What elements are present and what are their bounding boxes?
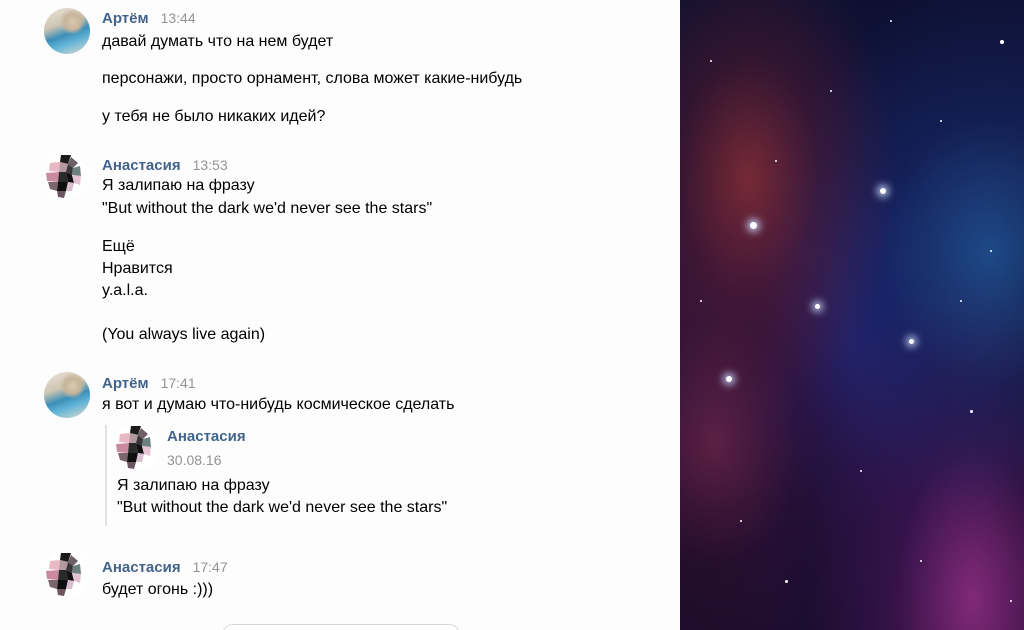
- author-name[interactable]: Анастасия 13:53: [102, 157, 228, 174]
- avatar[interactable]: [44, 8, 90, 54]
- message-text: у тебя не было никаких идей?: [102, 108, 326, 125]
- quote-bar: [105, 425, 107, 526]
- message-text: Ещё: [102, 238, 135, 255]
- mosaic-avatar-icon: [46, 553, 81, 596]
- mosaic-avatar-icon: [46, 155, 81, 198]
- message-time[interactable]: 17:41: [161, 375, 196, 391]
- message-time[interactable]: 17:47: [193, 559, 228, 575]
- quote-text: Я залипаю на фразу: [117, 477, 270, 494]
- message-text: давай думать что на нем будет: [102, 33, 334, 50]
- avatar[interactable]: [114, 424, 160, 470]
- star: [920, 560, 922, 562]
- avatar[interactable]: [44, 551, 90, 597]
- star: [740, 520, 742, 522]
- message-time[interactable]: 13:53: [193, 157, 228, 173]
- new-messages-button[interactable]: [222, 624, 460, 630]
- message-text: будет огонь :))): [102, 581, 214, 598]
- quote-date[interactable]: 30.08.16: [167, 452, 222, 468]
- avatar[interactable]: [44, 372, 90, 418]
- star: [960, 300, 962, 302]
- message-text: персонажи, просто орнамент, слова может …: [102, 70, 523, 87]
- star: [1000, 40, 1004, 44]
- quote-author[interactable]: Анастасия: [167, 428, 246, 445]
- message-text: я вот и думаю что-нибудь космическое сде…: [102, 396, 455, 413]
- message-text: y.a.l.a.: [102, 282, 148, 299]
- avatar[interactable]: [44, 153, 90, 199]
- space-background-image: [680, 0, 1024, 630]
- mosaic-avatar-icon: [116, 426, 151, 469]
- message-text: "But without the dark we'd never see the…: [102, 200, 433, 217]
- message-time[interactable]: 13:44: [161, 10, 196, 26]
- star: [750, 222, 757, 229]
- star: [860, 470, 862, 472]
- message-text: (You always live again): [102, 326, 266, 343]
- star: [890, 20, 892, 22]
- message-text: Я залипаю на фразу: [102, 177, 255, 194]
- star: [700, 300, 702, 302]
- author-name[interactable]: Артём 17:41: [102, 375, 196, 392]
- star: [990, 250, 992, 252]
- chat-history: Артём 13:44 давай думать что на нем будет…: [0, 0, 680, 630]
- star: [940, 120, 942, 122]
- star: [815, 304, 820, 309]
- message-text: Нравится: [102, 260, 173, 277]
- star: [880, 188, 886, 194]
- star: [970, 410, 973, 413]
- quote-text: "But without the dark we'd never see the…: [117, 499, 448, 516]
- star: [775, 160, 777, 162]
- star: [726, 376, 732, 382]
- star: [1010, 600, 1012, 602]
- star: [710, 60, 712, 62]
- star: [785, 580, 788, 583]
- star: [830, 90, 832, 92]
- author-name[interactable]: Артём 13:44: [102, 10, 196, 27]
- star: [909, 339, 914, 344]
- author-name[interactable]: Анастасия 17:47: [102, 559, 228, 576]
